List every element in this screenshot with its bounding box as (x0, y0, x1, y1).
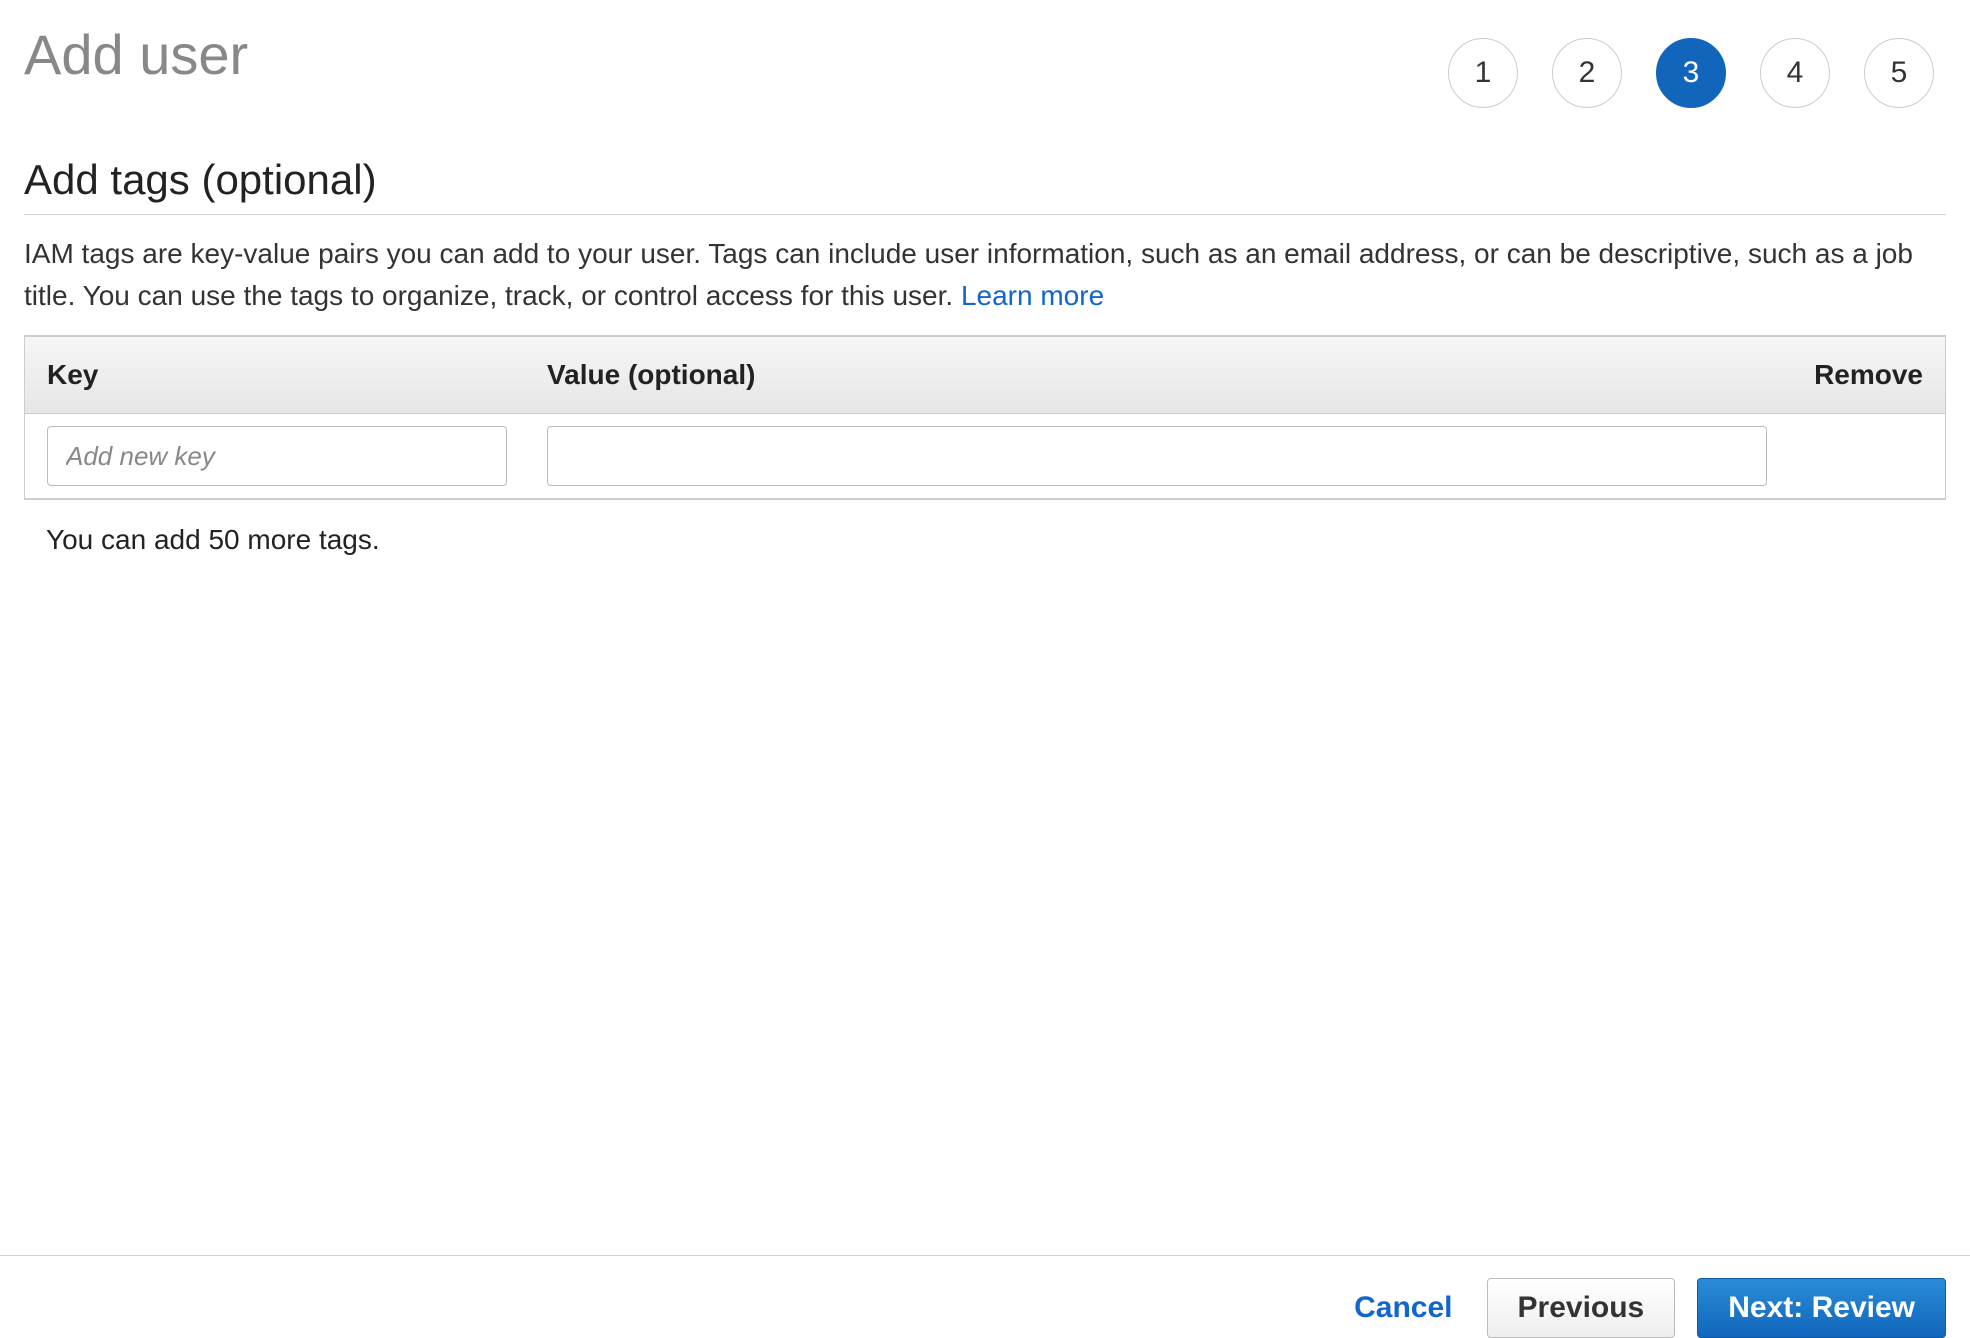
page-title: Add user (24, 24, 248, 86)
step-1[interactable]: 1 (1448, 38, 1518, 108)
tag-row (25, 414, 1945, 499)
tags-table: Key Value (optional) Remove (24, 335, 1946, 500)
page: Add user 1 2 3 4 5 Add tags (optional) I… (0, 0, 1970, 1338)
previous-button[interactable]: Previous (1487, 1278, 1676, 1338)
step-3[interactable]: 3 (1656, 38, 1726, 108)
content: Add user 1 2 3 4 5 Add tags (optional) I… (0, 0, 1970, 1255)
value-cell (547, 426, 1767, 486)
cancel-button[interactable]: Cancel (1342, 1281, 1464, 1335)
button-bar: Cancel Previous Next: Review (0, 1255, 1970, 1338)
next-review-button[interactable]: Next: Review (1697, 1278, 1946, 1338)
step-indicator: 1 2 3 4 5 (1448, 24, 1946, 108)
learn-more-link[interactable]: Learn more (961, 280, 1104, 311)
value-input[interactable] (547, 426, 1767, 486)
section-description: IAM tags are key-value pairs you can add… (24, 233, 1946, 317)
col-header-remove: Remove (1763, 359, 1923, 391)
key-input[interactable] (47, 426, 507, 486)
step-4[interactable]: 4 (1760, 38, 1830, 108)
tags-remaining-note: You can add 50 more tags. (24, 500, 1946, 580)
header-row: Add user 1 2 3 4 5 (24, 24, 1946, 108)
col-header-key: Key (47, 359, 547, 391)
step-5[interactable]: 5 (1864, 38, 1934, 108)
section-title: Add tags (optional) (24, 156, 1946, 215)
col-header-value: Value (optional) (547, 359, 1763, 391)
key-cell (47, 426, 547, 486)
step-2[interactable]: 2 (1552, 38, 1622, 108)
tags-table-header: Key Value (optional) Remove (25, 336, 1945, 414)
